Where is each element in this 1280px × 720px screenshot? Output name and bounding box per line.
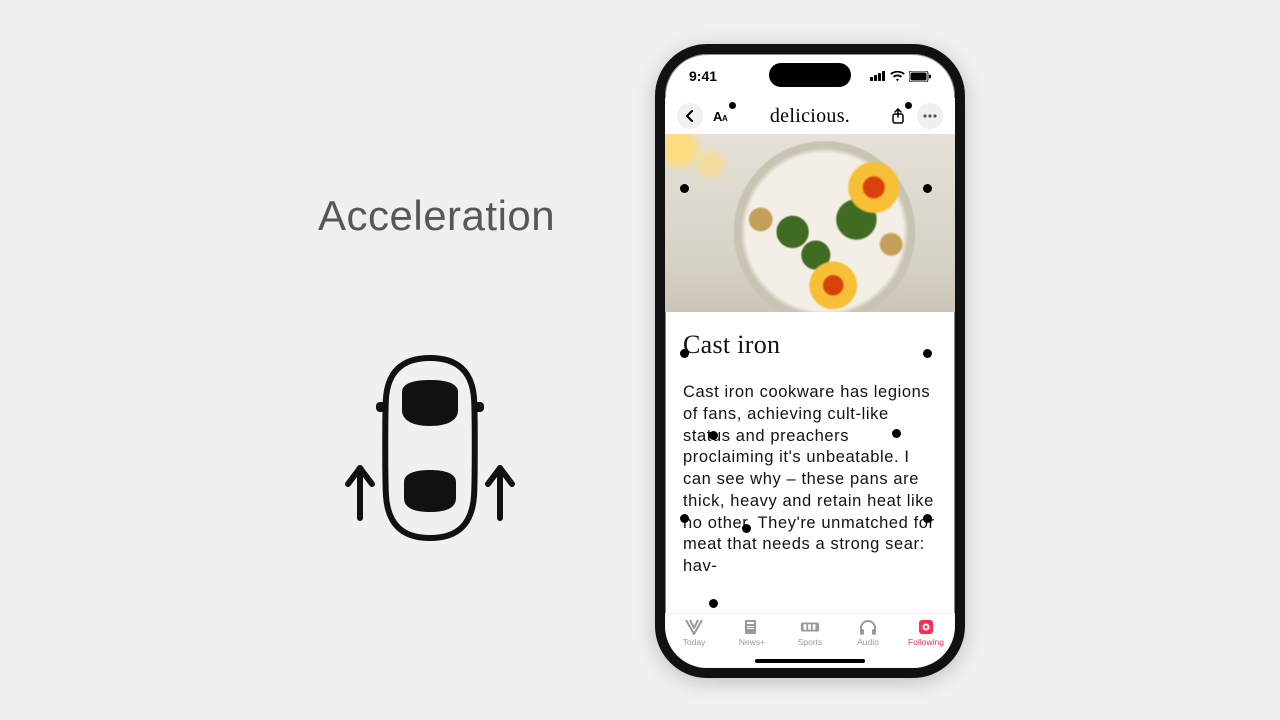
audio-icon — [858, 618, 878, 636]
article-hero-image — [665, 134, 955, 312]
cellular-icon — [870, 71, 886, 81]
text-size-button[interactable]: A A — [709, 103, 735, 129]
wifi-icon — [890, 71, 905, 82]
tab-label: Today — [683, 637, 706, 647]
following-icon — [916, 618, 936, 636]
tab-sports[interactable]: Sports — [785, 618, 835, 647]
ellipsis-icon — [923, 114, 937, 118]
car-acceleration-illustration — [340, 350, 520, 550]
arrow-up-icon — [488, 468, 512, 518]
share-icon — [891, 108, 905, 124]
tab-label: Sports — [798, 637, 823, 647]
publication-title: delicious — [770, 105, 850, 128]
article-navbar: A A delicious — [665, 98, 955, 134]
status-time: 9:41 — [689, 68, 717, 84]
text-size-icon: A A — [713, 108, 731, 124]
sports-icon — [800, 618, 820, 636]
tab-today[interactable]: Today — [669, 618, 719, 647]
tab-newsplus[interactable]: News+ — [727, 618, 777, 647]
arrow-up-icon — [348, 468, 372, 518]
dynamic-island — [769, 63, 851, 87]
tab-label: Audio — [857, 637, 879, 647]
svg-text:A: A — [722, 114, 728, 123]
article-body[interactable]: Cast iron Cast iron cookware has legions… — [665, 312, 955, 618]
battery-icon — [909, 71, 931, 82]
chevron-left-icon — [685, 110, 695, 122]
slide-heading: Acceleration — [318, 192, 555, 240]
tab-label: News+ — [739, 637, 765, 647]
back-button[interactable] — [677, 103, 703, 129]
more-button[interactable] — [917, 103, 943, 129]
article-paragraph: Cast iron cookware has legions of fans, … — [683, 382, 937, 578]
share-button[interactable] — [885, 103, 911, 129]
tab-following[interactable]: Following — [901, 618, 951, 647]
car-top-icon — [376, 358, 484, 538]
iphone-mockup: 9:41 — [655, 44, 965, 678]
tab-label: Following — [908, 637, 944, 647]
newsplus-icon — [742, 618, 762, 636]
tab-audio[interactable]: Audio — [843, 618, 893, 647]
today-icon — [684, 618, 704, 636]
article-section-title: Cast iron — [683, 330, 937, 360]
home-indicator — [755, 659, 865, 663]
